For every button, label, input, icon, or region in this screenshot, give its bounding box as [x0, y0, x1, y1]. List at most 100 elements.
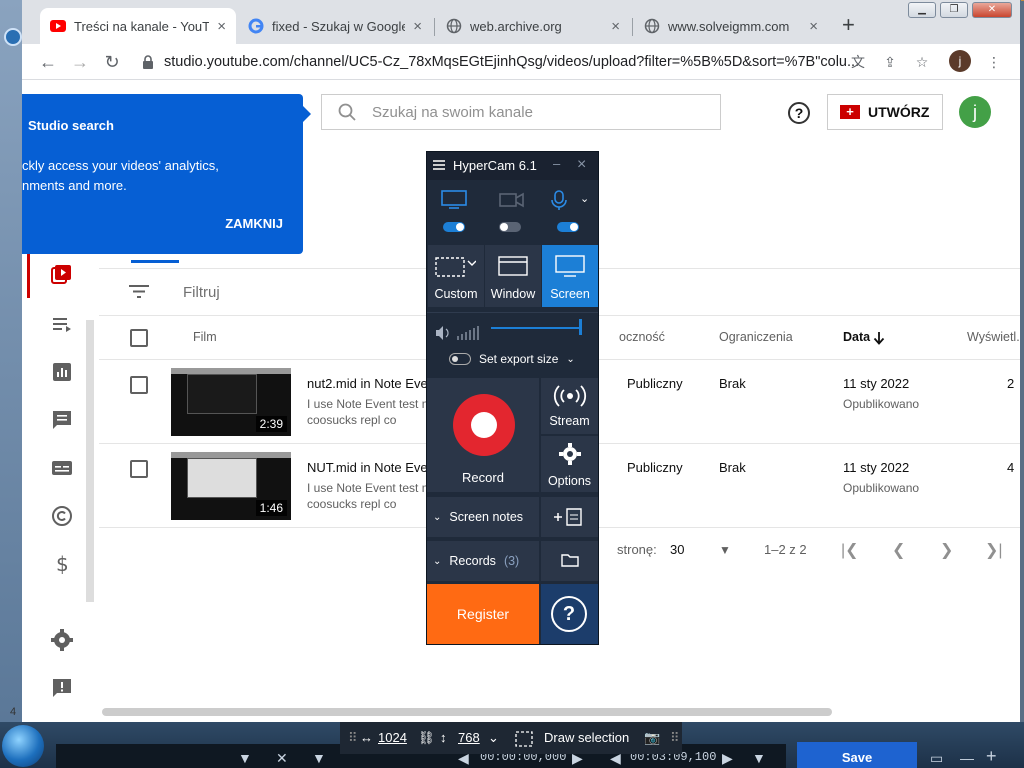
link-icon[interactable]: ⛓: [418, 730, 435, 746]
settings-gear-icon[interactable]: [50, 628, 74, 652]
mic-toggle[interactable]: [557, 222, 579, 232]
chevron-down-icon[interactable]: ⌄: [488, 730, 499, 746]
close-icon[interactable]: ×: [217, 18, 226, 35]
first-page-icon[interactable]: |❮: [841, 540, 859, 560]
analytics-icon[interactable]: [50, 360, 74, 384]
video-title[interactable]: NUT.mid in Note Event: [307, 460, 439, 475]
translate-icon[interactable]: 文: [848, 52, 868, 72]
feedback-icon[interactable]: [50, 676, 74, 700]
drag-handle-icon[interactable]: ⠿: [348, 730, 358, 746]
screen-notes-row[interactable]: ⌄ Screen notes: [427, 497, 539, 537]
help-icon[interactable]: ?: [788, 102, 810, 124]
share-icon[interactable]: ⇪: [880, 52, 900, 72]
new-tab-button[interactable]: +: [842, 14, 855, 36]
drag-handle-icon[interactable]: ⠿: [670, 730, 680, 746]
close-icon[interactable]: ×: [809, 18, 818, 35]
filter-funnel-icon[interactable]: ▼: [238, 750, 252, 766]
prev-page-icon[interactable]: ❮: [892, 540, 905, 560]
channel-avatar[interactable]: j: [959, 96, 991, 128]
copyright-icon[interactable]: [50, 504, 74, 528]
video-thumbnail[interactable]: 1:46: [171, 452, 291, 520]
draw-selection-button[interactable]: Draw selection: [544, 730, 629, 745]
row-checkbox[interactable]: [130, 460, 148, 478]
desktop-icon[interactable]: [4, 28, 22, 46]
add-note-button[interactable]: [541, 497, 598, 537]
export-toggle-switch[interactable]: [449, 353, 471, 365]
tool-icon[interactable]: ✕: [276, 750, 288, 767]
video-thumbnail[interactable]: 2:39: [171, 368, 291, 436]
subtitles-icon[interactable]: [50, 456, 74, 480]
save-button[interactable]: Save: [797, 742, 917, 768]
records-row[interactable]: ⌄ Records (3): [427, 541, 539, 581]
screen-toggle[interactable]: [443, 222, 465, 232]
options-button[interactable]: Options: [541, 436, 598, 492]
tab-youtube-studio[interactable]: Treści na kanale - YouTub ×: [40, 8, 236, 44]
dropdown-arrow-icon[interactable]: ▼: [719, 543, 731, 557]
next-frame-icon[interactable]: ▶: [722, 750, 733, 767]
register-button[interactable]: Register: [427, 584, 539, 644]
hamburger-menu-icon[interactable]: [433, 160, 445, 170]
selection-height[interactable]: 768: [458, 730, 480, 745]
minimize-button[interactable]: ▁: [908, 2, 936, 18]
forward-button[interactable]: →: [68, 50, 92, 74]
create-button[interactable]: + UTWÓRZ: [827, 94, 943, 130]
microphone-icon[interactable]: [551, 190, 567, 210]
horizontal-scrollbar[interactable]: [102, 708, 832, 716]
dropdown-arrow-icon[interactable]: ▼: [752, 750, 766, 766]
export-size-toggle[interactable]: Set export size ⌄: [449, 352, 575, 366]
channel-search-input[interactable]: Szukaj na swoim kanale: [321, 94, 721, 130]
video-title[interactable]: nut2.mid in Note Event: [307, 376, 439, 391]
close-icon[interactable]: ×: [611, 18, 620, 35]
stream-button[interactable]: Stream: [541, 378, 598, 434]
funnel-icon[interactable]: ▼: [312, 750, 326, 766]
mode-window-button[interactable]: Window: [485, 245, 541, 307]
sidebar-scrollbar[interactable]: [86, 320, 94, 602]
address-bar[interactable]: studio.youtube.com/channel/UC5-Cz_78xMqs…: [142, 48, 942, 76]
video-visibility[interactable]: Publiczny: [627, 376, 683, 391]
open-folder-button[interactable]: [541, 541, 598, 581]
mode-screen-button[interactable]: Screen: [542, 245, 598, 307]
profile-avatar[interactable]: j: [949, 50, 971, 72]
playlists-icon[interactable]: [50, 312, 74, 336]
menu-dots-icon[interactable]: ⋮: [984, 52, 1004, 72]
help-button[interactable]: ?: [541, 584, 598, 644]
record-button[interactable]: Record: [427, 378, 539, 492]
plus-icon[interactable]: +: [986, 746, 997, 767]
folder-icon[interactable]: ▭: [930, 750, 943, 767]
webcam-icon[interactable]: [499, 190, 525, 210]
content-icon[interactable]: [50, 262, 74, 286]
last-page-icon[interactable]: ❯|: [985, 540, 1003, 560]
camera-icon[interactable]: 📷: [644, 730, 660, 746]
rows-per-page-value[interactable]: 30: [670, 542, 684, 557]
tab-google-search[interactable]: fixed - Szukaj w Google ×: [238, 8, 432, 44]
volume-slider-track[interactable]: [491, 327, 581, 329]
close-window-button[interactable]: ✕: [972, 2, 1012, 18]
webcam-toggle[interactable]: [499, 222, 521, 232]
col-date[interactable]: Data: [843, 330, 870, 344]
reload-button[interactable]: ↻: [100, 50, 124, 74]
maximize-button[interactable]: ❐: [940, 2, 968, 18]
select-all-checkbox[interactable]: [130, 329, 148, 347]
monitor-icon[interactable]: [441, 190, 467, 210]
start-button[interactable]: [2, 725, 44, 767]
hypercam-titlebar[interactable]: HyperCam 6.1 – ×: [427, 152, 598, 180]
back-button[interactable]: ←: [36, 50, 60, 74]
search-icon: [338, 103, 356, 121]
tab-solveigmm[interactable]: www.solveigmm.com ×: [634, 8, 828, 44]
row-checkbox[interactable]: [130, 376, 148, 394]
comments-icon[interactable]: [50, 408, 74, 432]
video-visibility[interactable]: Publiczny: [627, 460, 683, 475]
bookmark-star-icon[interactable]: ☆: [912, 52, 932, 72]
monetization-icon[interactable]: $: [50, 552, 74, 576]
mode-custom-button[interactable]: Custom: [428, 245, 484, 307]
minus-icon[interactable]: —: [960, 750, 974, 766]
selection-width[interactable]: 1024: [378, 730, 407, 745]
chevron-down-icon[interactable]: ⌄: [580, 192, 589, 205]
close-icon[interactable]: ×: [413, 18, 422, 35]
sort-arrow-down-icon[interactable]: [873, 331, 885, 345]
minimize-icon[interactable]: –: [553, 156, 560, 171]
next-page-icon[interactable]: ❯: [940, 540, 953, 560]
volume-slider-handle[interactable]: [579, 319, 582, 335]
close-icon[interactable]: ×: [577, 156, 586, 174]
tab-web-archive[interactable]: web.archive.org ×: [436, 8, 630, 44]
